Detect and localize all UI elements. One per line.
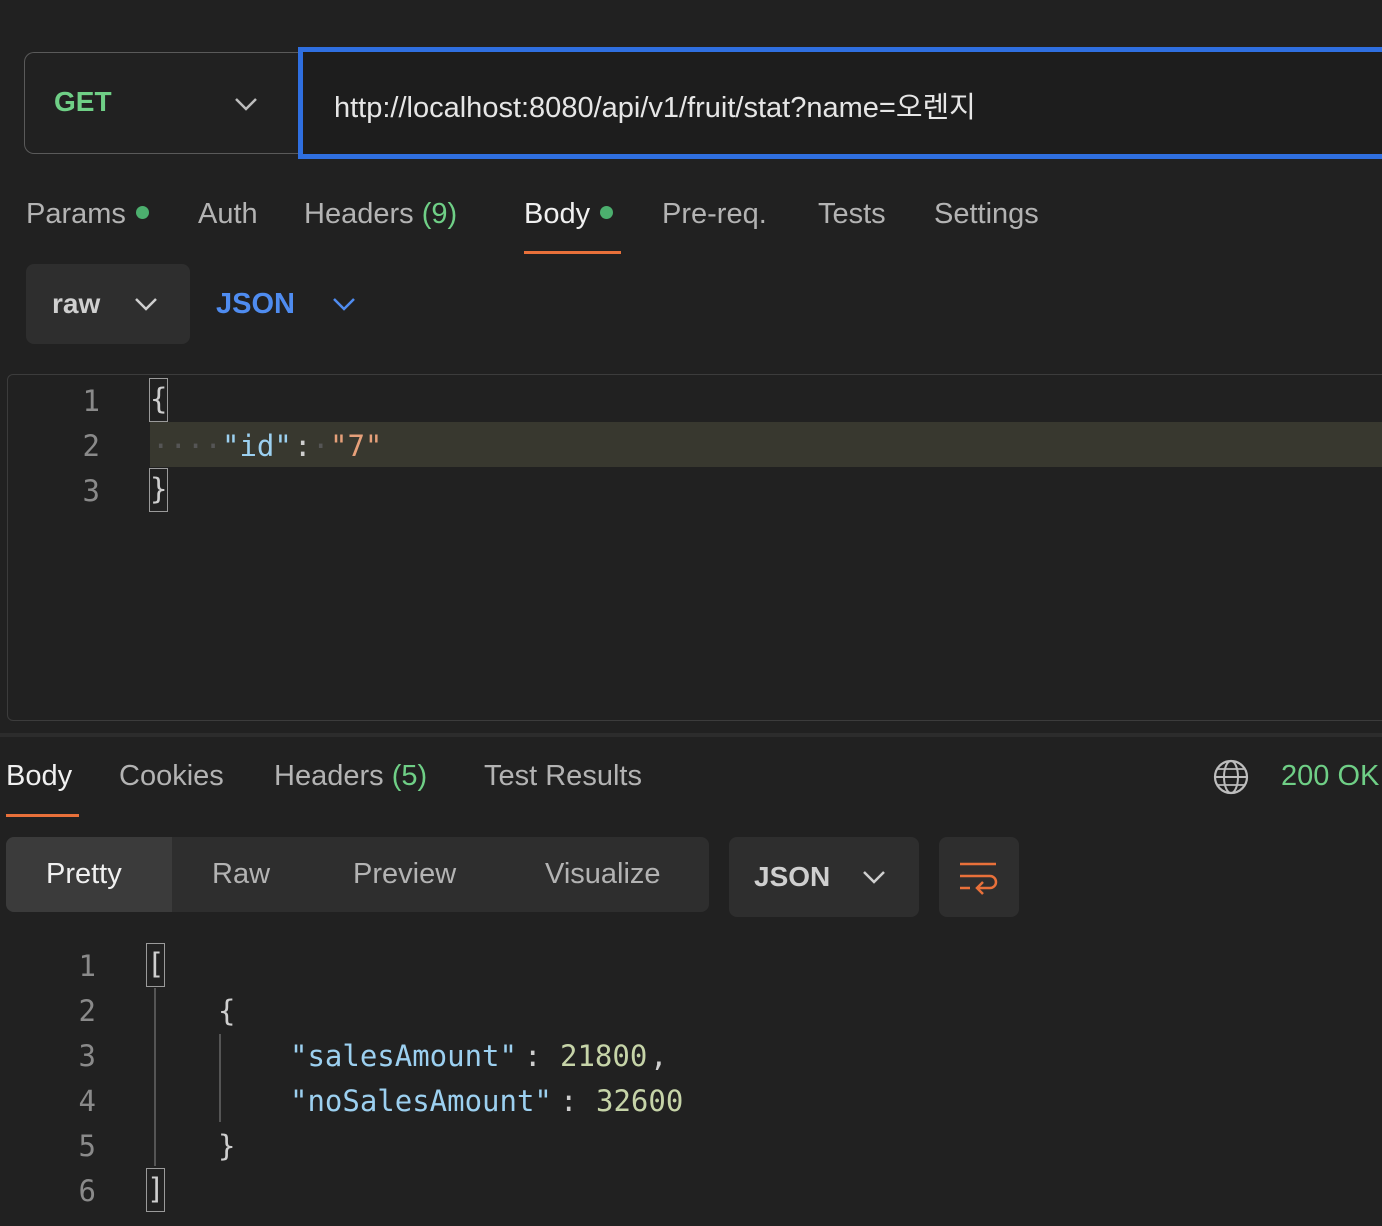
json-key: "id" (222, 429, 292, 463)
response-headers-count: (5) (391, 760, 428, 792)
status-badge[interactable]: 200 OK (1281, 760, 1379, 793)
body-indicator-dot (600, 205, 614, 219)
response-tab-headers[interactable]: Headers (5) (274, 760, 427, 793)
chevron-down-icon[interactable] (232, 94, 260, 114)
close-brace: } (218, 1129, 236, 1163)
line-number: 2 (78, 994, 96, 1028)
json-colon: : (560, 1084, 578, 1118)
tab-tests[interactable]: Tests (818, 198, 886, 231)
line-number: 3 (78, 1039, 96, 1073)
indent-guide (154, 988, 156, 1166)
globe-icon[interactable] (1212, 758, 1250, 796)
whitespace-marker: · (312, 429, 330, 463)
json-colon: : (294, 429, 312, 463)
line-number: 3 (82, 474, 100, 508)
tab-body[interactable]: Body (524, 198, 614, 231)
json-key: "noSalesAmount" (290, 1084, 552, 1118)
tab-headers[interactable]: Headers (9) (304, 198, 457, 231)
pane-divider[interactable] (0, 733, 1382, 737)
response-tab-body[interactable]: Body (6, 760, 72, 793)
response-tab-headers-label: Headers (274, 760, 384, 792)
tab-params-label: Params (26, 198, 126, 230)
params-indicator-dot (135, 205, 149, 219)
json-value: "7" (330, 429, 383, 463)
line-number: 6 (78, 1174, 96, 1208)
body-format-dropdown[interactable]: JSON (216, 288, 295, 321)
wrap-lines-icon (960, 862, 998, 895)
open-bracket: [ (146, 943, 166, 987)
body-mode-dropdown[interactable] (26, 264, 190, 344)
body-mode-label: raw (52, 288, 101, 319)
view-raw-button[interactable]: Raw (212, 858, 270, 891)
method-label: GET (54, 86, 112, 117)
headers-count: (9) (421, 198, 458, 230)
active-tab-underline (524, 251, 621, 254)
line-number: 5 (78, 1129, 96, 1163)
line-number: 1 (82, 384, 100, 418)
chevron-down-icon[interactable] (330, 294, 358, 314)
active-response-tab-underline (6, 814, 79, 817)
response-tab-cookies[interactable]: Cookies (119, 760, 224, 793)
chevron-down-icon[interactable] (132, 294, 160, 314)
open-brace: { (218, 994, 236, 1028)
tab-auth[interactable]: Auth (198, 198, 258, 231)
indent-guide (219, 1034, 221, 1122)
open-brace: { (149, 378, 169, 422)
url-text[interactable]: http://localhost:8080/api/v1/fruit/stat?… (334, 84, 976, 126)
whitespace-marker: ···· (152, 429, 222, 463)
line-number: 1 (78, 949, 96, 983)
json-comma: , (650, 1039, 668, 1073)
tab-params[interactable]: Params (26, 198, 149, 231)
tab-prereq[interactable]: Pre-req. (662, 198, 767, 231)
json-colon: : (524, 1039, 542, 1073)
response-format-label: JSON (754, 861, 831, 892)
view-visualize-button[interactable]: Visualize (545, 858, 661, 891)
tab-settings[interactable]: Settings (934, 198, 1039, 231)
tab-headers-label: Headers (304, 198, 414, 230)
json-number: 32600 (596, 1084, 684, 1118)
view-pretty-button[interactable]: Pretty (46, 858, 122, 891)
json-key: "salesAmount" (290, 1039, 517, 1073)
line-number: 4 (78, 1084, 96, 1118)
view-preview-button[interactable]: Preview (353, 858, 456, 891)
line-number: 2 (82, 429, 100, 463)
chevron-down-icon[interactable] (860, 867, 888, 887)
json-number: 21800 (560, 1039, 648, 1073)
tab-body-label: Body (524, 198, 591, 230)
close-bracket: ] (146, 1168, 166, 1212)
response-tab-test-results[interactable]: Test Results (484, 760, 642, 793)
close-brace: } (149, 468, 169, 512)
